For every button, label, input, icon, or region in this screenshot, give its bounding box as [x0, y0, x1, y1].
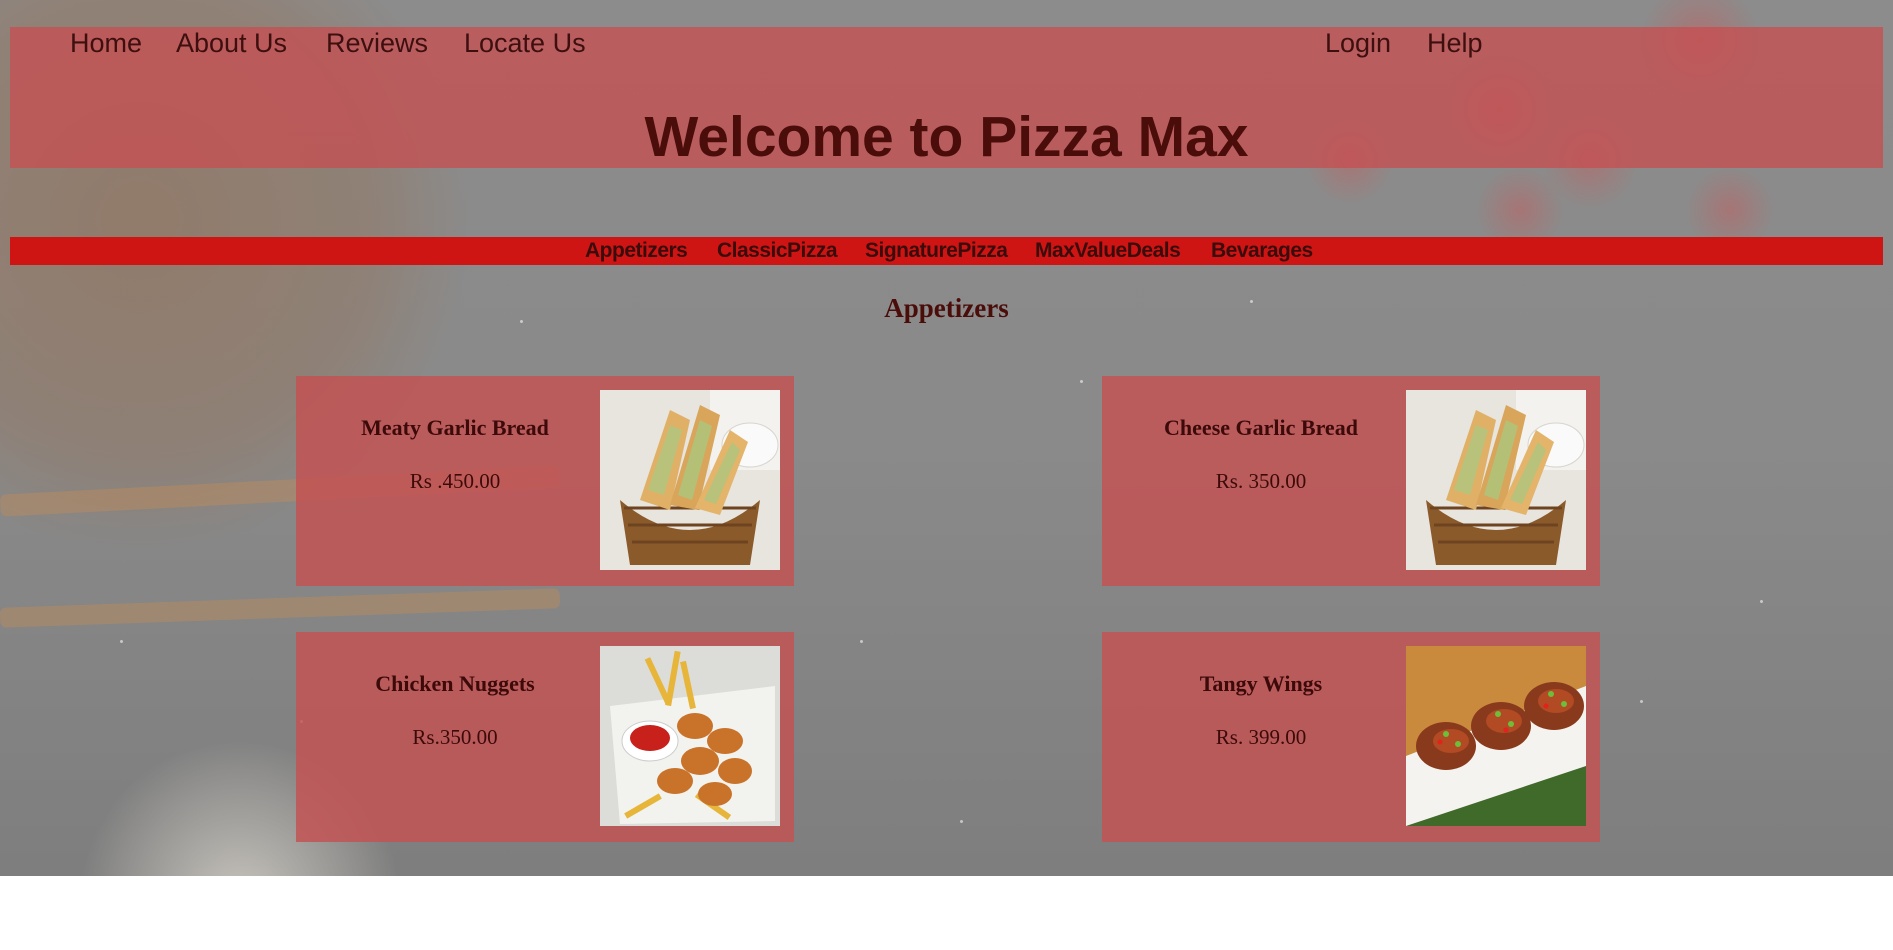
menu-item-card[interactable]: Cheese Garlic Bread Rs. 350.00 [1102, 376, 1600, 586]
nav-home-link[interactable]: Home [70, 26, 142, 60]
menu-item-name: Cheese Garlic Bread [1164, 415, 1358, 440]
menu-item-name: Chicken Nuggets [375, 671, 535, 696]
nav-reviews-link[interactable]: Reviews [326, 26, 428, 60]
garlic-bread-photo [1406, 390, 1586, 570]
nav-about-us-link[interactable]: About Us [176, 26, 287, 60]
tangy-wings-photo [1406, 646, 1586, 826]
menu-item-price: Rs.350.00 [412, 725, 498, 749]
garlic-bread-photo [600, 390, 780, 570]
menu-item-price: Rs .450.00 [409, 469, 501, 493]
menu-item-card[interactable]: Chicken Nuggets Rs.350.00 [296, 632, 794, 842]
nav-locate-us-link[interactable]: Locate Us [464, 26, 586, 60]
site-title: Welcome to Pizza Max [644, 105, 1249, 169]
menu-item-price: Rs. 350.00 [1215, 469, 1307, 493]
category-classic-pizza-link[interactable]: ClassicPizza [717, 237, 838, 265]
section-title: Appetizers [884, 293, 1009, 323]
chicken-nuggets-photo [600, 646, 780, 826]
nav-login-link[interactable]: Login [1325, 26, 1391, 60]
menu-item-card[interactable]: Meaty Garlic Bread Rs .450.00 [296, 376, 794, 586]
category-appetizers-link[interactable]: Appetizers [585, 237, 688, 265]
category-max-value-deals-link[interactable]: MaxValueDeals [1035, 237, 1181, 265]
menu-item-card[interactable]: Tangy Wings Rs. 399.00 [1102, 632, 1600, 842]
menu-item-price: Rs. 399.00 [1215, 725, 1307, 749]
menu-item-name: Tangy Wings [1199, 671, 1323, 696]
nav-help-link[interactable]: Help [1427, 26, 1483, 60]
category-signature-pizza-link[interactable]: SignaturePizza [865, 237, 1008, 265]
category-bevarages-link[interactable]: Bevarages [1211, 237, 1313, 265]
menu-item-name: Meaty Garlic Bread [361, 415, 549, 440]
